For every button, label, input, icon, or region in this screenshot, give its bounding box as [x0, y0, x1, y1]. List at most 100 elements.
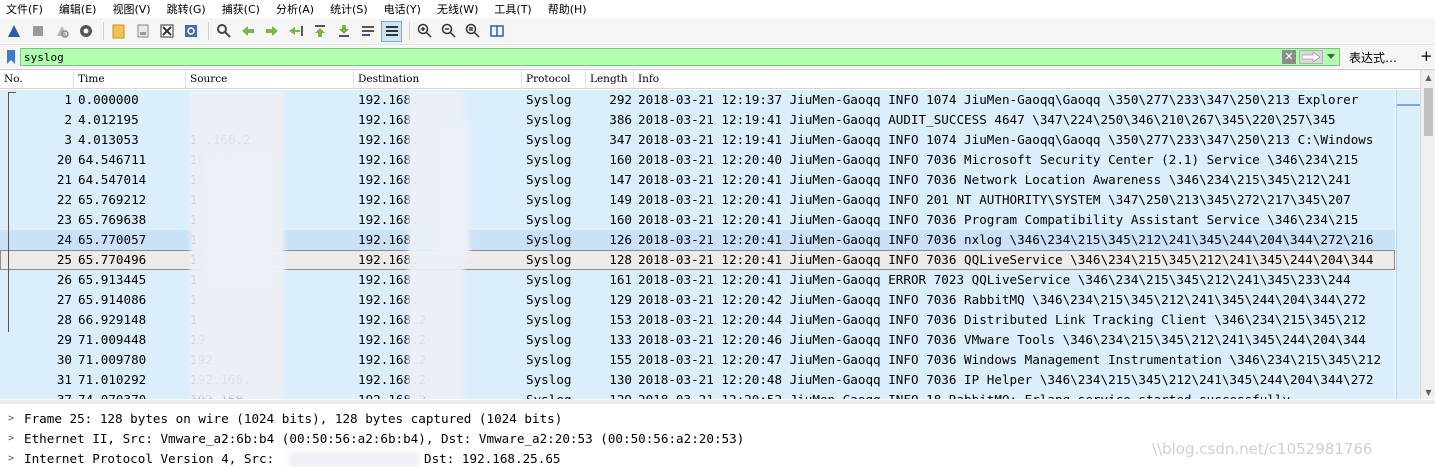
- packet-cell-len: 386: [609, 112, 632, 127]
- menu-item-8[interactable]: 无线(W): [431, 1, 488, 17]
- packet-cell-proto: Syslog: [526, 272, 572, 287]
- go-back-icon: [241, 26, 254, 36]
- find-packet-button[interactable]: [213, 21, 234, 42]
- expand-arrow-icon[interactable]: >: [8, 409, 14, 429]
- resize-columns-icon: [489, 25, 504, 37]
- packet-cell-proto: Syslog: [526, 390, 586, 399]
- menu-item-4[interactable]: 捕获(C): [216, 1, 270, 17]
- column-header-no[interactable]: No.: [0, 70, 74, 89]
- menu-item-5[interactable]: 分析(A): [270, 1, 324, 17]
- apply-filter-button[interactable]: [1299, 50, 1323, 64]
- column-header-source[interactable]: Source: [186, 70, 354, 89]
- packet-cell-time: 0.000000: [78, 92, 139, 107]
- minimap-marker: [1397, 104, 1421, 106]
- packet-cell-info: 2018-03-21 12:20:40 JiuMen-Gaoqq INFO 70…: [638, 152, 1359, 167]
- zoom-normal-button[interactable]: [462, 21, 483, 42]
- menu-item-6[interactable]: 统计(S): [324, 1, 378, 17]
- menu-item-0[interactable]: 文件(F): [0, 1, 53, 17]
- zoom-out-icon: [441, 23, 456, 38]
- menu-item-10[interactable]: 帮助(H): [542, 1, 597, 17]
- scroll-up-arrow-icon[interactable]: ▲: [1421, 70, 1435, 85]
- packet-cell-no: 31: [56, 372, 72, 387]
- packet-cell-info: 2018-03-21 12:20:44 JiuMen-Gaoqq INFO 70…: [638, 312, 1366, 327]
- packet-cell-proto: Syslog: [526, 332, 572, 347]
- go-last-button[interactable]: [333, 21, 354, 42]
- go-forward-button[interactable]: [261, 21, 282, 42]
- display-filter-input[interactable]: [21, 49, 1271, 65]
- packet-cell-time: 64.547014: [78, 172, 147, 187]
- go-to-packet-icon: [288, 26, 303, 36]
- clear-filter-button[interactable]: ✕: [1282, 50, 1296, 64]
- column-header-info[interactable]: Info: [634, 70, 1420, 89]
- expand-arrow-icon[interactable]: >: [8, 449, 14, 467]
- menu-item-3[interactable]: 跳转(G): [161, 1, 216, 17]
- packet-list-pane: No. Time Source Destination Protocol Len…: [0, 69, 1435, 399]
- resize-columns-button[interactable]: [486, 21, 507, 42]
- go-to-packet-button[interactable]: [285, 21, 306, 42]
- packet-cell-proto: Syslog: [526, 152, 572, 167]
- colorize-button[interactable]: [381, 20, 402, 42]
- packet-list-scrollbar[interactable]: ▲ ▼: [1420, 70, 1435, 399]
- close-file-button[interactable]: [156, 21, 177, 42]
- redacted-ip: [289, 452, 419, 467]
- toolbar-separator: [409, 22, 410, 40]
- packet-cell-proto: Syslog: [526, 172, 572, 187]
- zoom-in-button[interactable]: [414, 21, 435, 42]
- packet-cell-info: 2018-03-21 12:19:37 JiuMen-Gaoqq INFO 10…: [638, 92, 1359, 107]
- expand-arrow-icon[interactable]: >: [8, 429, 14, 449]
- zoom-in-icon: [417, 23, 432, 38]
- packet-cell-proto: Syslog: [526, 212, 572, 227]
- go-forward-icon: [265, 26, 278, 36]
- column-header-time[interactable]: Time: [74, 70, 186, 89]
- capture-options-button[interactable]: [75, 21, 96, 42]
- redaction-overlay: [200, 150, 275, 290]
- menu-bar: 文件(F) 编辑(E) 视图(V) 跳转(G) 捕获(C) 分析(A) 统计(S) 电话(Y)…: [0, 0, 1435, 17]
- close-file-icon: [160, 24, 173, 38]
- expression-button[interactable]: 表达式…: [1349, 49, 1397, 66]
- packet-cell-len: 147: [609, 172, 632, 187]
- packet-cell-info: 2018-03-21 12:19:41 JiuMen-Gaoqq AUDIT_S…: [638, 112, 1336, 127]
- packet-cell-time: 74.070370: [78, 390, 186, 399]
- packet-cell-no: 30: [56, 352, 72, 367]
- packet-cell-len: 292: [609, 92, 632, 107]
- detail-row-frame[interactable]: > Frame 25: 128 bytes on wire (1024 bits…: [0, 409, 1435, 429]
- go-first-button[interactable]: [309, 21, 330, 42]
- restart-capture-button[interactable]: [51, 21, 72, 42]
- packet-details-pane: > Frame 25: 128 bytes on wire (1024 bits…: [0, 400, 1435, 467]
- packet-cell-proto: Syslog: [526, 312, 572, 327]
- packet-cell-len: 130: [609, 372, 632, 387]
- file-set-button[interactable]: [132, 21, 153, 42]
- scroll-down-arrow-icon[interactable]: ▼: [1421, 385, 1435, 399]
- packet-cell-time: 65.769212: [78, 192, 147, 207]
- packet-minimap[interactable]: [1396, 90, 1421, 399]
- column-header-length[interactable]: Length: [586, 70, 634, 89]
- filter-bookmark-button[interactable]: [4, 49, 18, 65]
- column-header-destination[interactable]: Destination: [354, 70, 522, 89]
- zoom-out-button[interactable]: [438, 21, 459, 42]
- go-back-button[interactable]: [237, 21, 258, 42]
- autoscroll-button[interactable]: [357, 21, 378, 42]
- packet-cell-time: 71.010292: [78, 372, 147, 387]
- column-header-protocol[interactable]: Protocol: [522, 70, 586, 89]
- open-file-button[interactable]: [108, 21, 129, 42]
- menu-item-1[interactable]: 编辑(E): [53, 1, 107, 17]
- start-capture-button[interactable]: [3, 21, 24, 42]
- main-toolbar: [0, 18, 1435, 45]
- filter-history-dropdown[interactable]: [1325, 50, 1337, 64]
- menu-item-9[interactable]: 工具(T): [488, 1, 541, 17]
- reload-file-button[interactable]: [180, 21, 201, 42]
- options-gear-icon: [79, 25, 92, 37]
- packet-cell-proto: Syslog: [526, 112, 572, 127]
- menu-item-2[interactable]: 视图(V): [106, 1, 160, 17]
- add-filter-button[interactable]: +: [1420, 47, 1433, 65]
- menu-item-7[interactable]: 电话(Y): [378, 1, 431, 17]
- packet-cell-info: 2018-03-21 12:20:42 JiuMen-Gaoqq INFO 70…: [638, 292, 1366, 307]
- display-filter-bar: ✕ 表达式… +: [0, 46, 1435, 68]
- stop-capture-button[interactable]: [27, 21, 48, 42]
- packet-cell-info: 2018-03-21 12:20:41 JiuMen-Gaoqq INFO 70…: [638, 232, 1374, 247]
- packet-cell-proto: Syslog: [526, 92, 572, 107]
- packet-cell-info: 2018-03-21 12:20:41 JiuMen-Gaoqq INFO 70…: [638, 212, 1359, 227]
- packet-cell-no: 29: [56, 332, 72, 347]
- packet-cell-len: 153: [609, 312, 632, 327]
- scrollbar-thumb[interactable]: [1424, 88, 1433, 136]
